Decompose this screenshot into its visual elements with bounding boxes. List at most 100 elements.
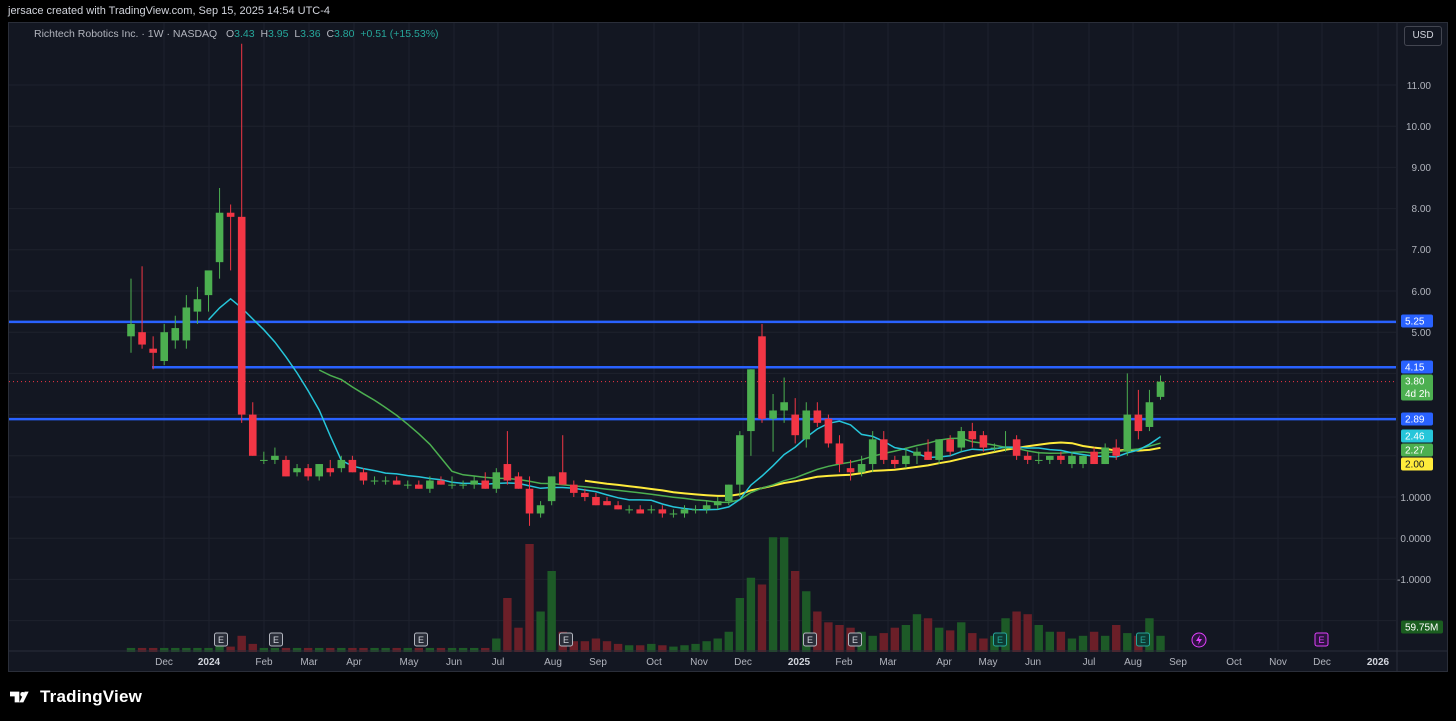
volume-bar (580, 641, 590, 652)
price-chart[interactable]: E E E E E E E E E 11.00 10.00 9.00 8.00 7.00 6.00 5.00 1… (0, 0, 1456, 721)
candle-body (127, 323, 135, 337)
candle-body (592, 497, 600, 506)
candle-body (913, 451, 921, 456)
candle-body (802, 410, 811, 440)
close-key: C (326, 28, 335, 40)
candle-body (448, 484, 456, 486)
candle-body (614, 505, 622, 510)
candle-body (891, 459, 899, 465)
candle-body (1057, 455, 1065, 460)
candle-body (437, 480, 445, 485)
candle-body (1023, 455, 1032, 460)
candle-body (348, 459, 357, 473)
time-axis-tick: Jun (1025, 657, 1041, 668)
candle-body (1034, 459, 1043, 461)
candle-body (780, 402, 788, 411)
price-axis-tick: 8.00 (1412, 204, 1432, 215)
time-axis-tick: Feb (255, 657, 273, 668)
candle-body (924, 451, 932, 460)
candle-body (171, 328, 180, 341)
candle-body (558, 472, 567, 485)
earnings-event-label: E (563, 635, 569, 645)
volume-bar (514, 627, 523, 652)
time-axis-tick: Oct (646, 657, 662, 668)
time-axis-tick: Nov (1269, 657, 1287, 668)
volume-bar (525, 544, 534, 652)
candle-body (636, 509, 645, 514)
axis-price-badge-label: 4.15 (1405, 363, 1425, 374)
candle-body (1156, 381, 1165, 397)
candle-body (857, 464, 866, 473)
time-axis-tick: 2024 (198, 657, 221, 668)
volume-bar (1078, 635, 1088, 652)
candle-body (547, 476, 556, 502)
candle-body (392, 480, 401, 485)
candle-body (669, 513, 678, 515)
time-axis-tick: Dec (734, 657, 752, 668)
candle-body (680, 509, 689, 514)
earnings-event-label: E (997, 635, 1003, 645)
candle-body (1046, 455, 1054, 460)
candle-body (492, 472, 501, 489)
volume-bar (536, 611, 545, 652)
candle-body (260, 459, 268, 461)
volume-bar (912, 614, 922, 652)
symbol-legend[interactable]: Richtech Robotics Inc. · 1W · NASDAQ O3.… (34, 28, 439, 40)
price-axis-tick: 10.00 (1406, 122, 1431, 133)
volume-bar (968, 633, 977, 652)
volume-bar (1034, 625, 1043, 652)
volume-bar (746, 577, 756, 652)
candle-body (182, 307, 191, 341)
earnings-event-label: E (273, 635, 279, 645)
axis-price-badge-label: 2.00 (1405, 460, 1425, 471)
candle-body (758, 336, 766, 419)
candle-body (813, 410, 822, 423)
earnings-event-label: E (218, 635, 224, 645)
time-axis-tick: Oct (1226, 657, 1242, 668)
open-key: O (225, 28, 235, 40)
candle-body (570, 484, 578, 493)
candle-body (868, 439, 877, 465)
earnings-event-label: E (418, 635, 424, 645)
volume-bar (713, 638, 722, 652)
time-axis-tick: Mar (300, 657, 318, 668)
candle-body (769, 410, 777, 419)
volume-bar (890, 627, 900, 652)
candle-body (1068, 455, 1076, 465)
candle-body (138, 332, 146, 345)
candle-body (370, 480, 379, 482)
time-axis-tick: Apr (346, 657, 362, 668)
volume-bar (724, 631, 733, 652)
candle-body (248, 414, 257, 456)
candle-body (304, 468, 312, 477)
candle-body (736, 435, 744, 485)
candle-body (702, 505, 711, 510)
candle-body (481, 480, 490, 489)
axis-price-badge-label: 2.27 (1405, 446, 1425, 457)
candle-body (835, 443, 844, 465)
candle-body (271, 455, 279, 460)
volume-bar (1056, 631, 1066, 652)
candle-body (359, 472, 368, 481)
candle-body (957, 431, 966, 448)
candle-body (193, 299, 202, 312)
volume-bar (547, 571, 556, 652)
candle-body (879, 439, 888, 460)
volume-bar (934, 627, 944, 652)
candle-body (1145, 402, 1154, 427)
time-axis-tick: May (400, 657, 419, 668)
currency-button[interactable]: USD (1404, 26, 1442, 46)
low-value: 3.36 (300, 28, 321, 40)
candle-body (160, 332, 169, 362)
candle-body (1134, 414, 1143, 432)
time-axis-tick: 2025 (788, 657, 811, 668)
tradingview-brand[interactable]: TradingView (10, 687, 142, 707)
candle-body (470, 480, 478, 485)
volume-bar (979, 638, 988, 652)
time-axis-tick: 2026 (1367, 657, 1390, 668)
footer: TradingView (0, 672, 1456, 721)
volume-bar (779, 537, 789, 652)
price-axis-tick: 1.0000 (1400, 493, 1431, 504)
brand-name: TradingView (40, 687, 143, 706)
open-value: 3.43 (234, 28, 255, 40)
